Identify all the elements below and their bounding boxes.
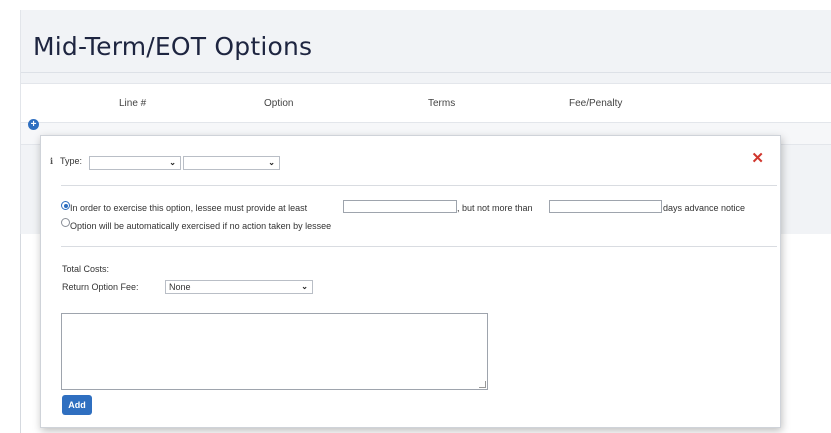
notice-min-days-input[interactable] — [343, 200, 457, 213]
close-icon[interactable]: ✕ — [751, 151, 764, 166]
auto-exercise-text: Option will be automatically exercised i… — [70, 221, 332, 231]
notice-period-radio[interactable] — [61, 201, 70, 210]
column-header-line[interactable]: Line # — [119, 98, 146, 109]
auto-exercise-radio[interactable] — [61, 218, 70, 227]
info-icon[interactable]: i — [50, 156, 58, 166]
type-label: Type: — [60, 156, 83, 166]
section-divider — [61, 246, 777, 247]
chevron-down-icon: ⌄ — [169, 158, 176, 167]
add-button[interactable]: Add — [62, 395, 92, 415]
grid-header: Line # Option Terms Fee/Penalty — [21, 83, 831, 123]
chevron-down-icon: ⌄ — [301, 282, 308, 291]
return-fee-label: Return Option Fee: — [62, 282, 139, 292]
notice-text-max: , but not more than — [457, 203, 533, 213]
chevron-down-icon: ⌄ — [268, 158, 275, 167]
add-row-icon[interactable]: + — [28, 119, 39, 130]
notice-text-days: days advance notice — [663, 203, 746, 213]
notice-text-min: In order to exercise this option, lessee… — [70, 203, 308, 213]
page-title: Mid-Term/EOT Options — [33, 32, 313, 61]
resize-handle-icon[interactable] — [479, 381, 486, 388]
notice-max-days-input[interactable] — [549, 200, 662, 213]
return-fee-select[interactable]: None ⌄ — [165, 280, 313, 294]
option-modal: i Type: ⌄ ⌄ ✕ In order to exercise this … — [40, 135, 781, 428]
type-select-primary[interactable]: ⌄ — [89, 156, 181, 170]
notes-textarea[interactable] — [61, 313, 488, 390]
total-costs-label: Total Costs: — [62, 264, 110, 274]
column-header-option[interactable]: Option — [264, 98, 293, 109]
column-header-fee-penalty[interactable]: Fee/Penalty — [569, 98, 622, 109]
column-header-terms[interactable]: Terms — [428, 98, 455, 109]
page-left-border — [20, 234, 21, 433]
title-divider — [21, 72, 831, 73]
section-divider — [61, 185, 777, 186]
return-fee-select-value: None — [169, 282, 191, 292]
type-select-secondary[interactable]: ⌄ — [183, 156, 280, 170]
